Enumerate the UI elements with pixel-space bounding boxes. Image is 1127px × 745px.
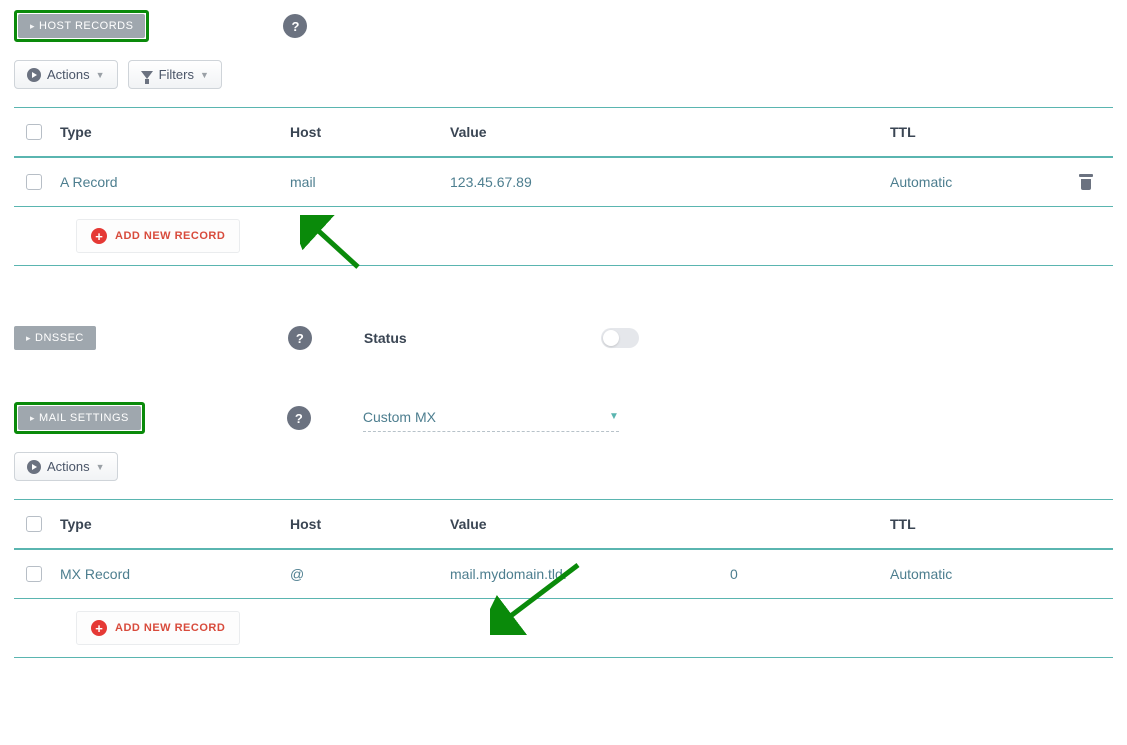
col-ttl-header: TTL xyxy=(890,124,1060,140)
play-icon xyxy=(27,460,41,474)
host-records-tab[interactable]: HOST RECORDS xyxy=(18,14,145,38)
table-header-row: Type Host Value TTL xyxy=(14,499,1113,549)
record-host[interactable]: mail xyxy=(290,174,450,190)
col-value-header: Value xyxy=(450,124,730,140)
col-type-header: Type xyxy=(60,124,290,140)
trash-icon[interactable] xyxy=(1078,174,1094,190)
actions-button[interactable]: Actions ▼ xyxy=(14,452,118,481)
chevron-down-icon: ▼ xyxy=(609,411,619,422)
table-row: A Record mail 123.45.67.89 Automatic xyxy=(14,157,1113,207)
record-host[interactable]: @ xyxy=(290,566,450,582)
add-record-row: + ADD NEW RECORD xyxy=(14,207,1113,266)
mail-records-table: Type Host Value TTL MX Record @ mail.myd… xyxy=(14,499,1113,658)
add-new-record-button[interactable]: + ADD NEW RECORD xyxy=(76,611,240,645)
mail-settings-tab[interactable]: MAIL SETTINGS xyxy=(18,406,141,430)
chevron-down-icon: ▼ xyxy=(96,70,105,80)
col-value-header: Value xyxy=(450,516,730,532)
col-ttl-header: TTL xyxy=(890,516,1060,532)
record-type[interactable]: MX Record xyxy=(60,566,290,582)
mail-settings-toolbar: Actions ▼ xyxy=(14,452,1113,481)
select-all-checkbox[interactable] xyxy=(26,124,42,140)
chevron-down-icon: ▼ xyxy=(96,462,105,472)
play-icon xyxy=(27,68,41,82)
row-checkbox[interactable] xyxy=(26,174,42,190)
record-ttl[interactable]: Automatic xyxy=(890,174,1060,190)
table-row: MX Record @ mail.mydomain.tld. 0 Automat… xyxy=(14,549,1113,599)
add-new-record-button[interactable]: + ADD NEW RECORD xyxy=(76,219,240,253)
record-value[interactable]: mail.mydomain.tld. xyxy=(450,566,730,582)
record-type[interactable]: A Record xyxy=(60,174,290,190)
record-value[interactable]: 123.45.67.89 xyxy=(450,174,730,190)
row-checkbox[interactable] xyxy=(26,566,42,582)
help-icon[interactable]: ? xyxy=(288,326,312,350)
add-new-record-label: ADD NEW RECORD xyxy=(115,622,225,634)
select-all-checkbox[interactable] xyxy=(26,516,42,532)
record-priority[interactable]: 0 xyxy=(730,566,890,582)
filter-icon xyxy=(141,71,153,79)
help-icon[interactable]: ? xyxy=(283,14,307,38)
plus-icon: + xyxy=(91,620,107,636)
add-record-row: + ADD NEW RECORD xyxy=(14,599,1113,658)
actions-button[interactable]: Actions ▼ xyxy=(14,60,118,89)
add-new-record-label: ADD NEW RECORD xyxy=(115,230,225,242)
mail-settings-header-row: MAIL SETTINGS ? Custom MX ▼ xyxy=(14,402,1113,434)
chevron-down-icon: ▼ xyxy=(200,70,209,80)
dnssec-status-label: Status xyxy=(364,330,407,346)
host-records-toolbar: Actions ▼ Filters ▼ xyxy=(14,60,1113,89)
record-ttl[interactable]: Automatic xyxy=(890,566,1060,582)
dnssec-toggle[interactable] xyxy=(601,328,639,348)
actions-label: Actions xyxy=(47,459,90,474)
table-header-row: Type Host Value TTL xyxy=(14,107,1113,157)
mail-settings-highlight: MAIL SETTINGS xyxy=(14,402,145,434)
host-records-table: Type Host Value TTL A Record mail 123.45… xyxy=(14,107,1113,266)
col-type-header: Type xyxy=(60,516,290,532)
col-host-header: Host xyxy=(290,516,450,532)
actions-label: Actions xyxy=(47,67,90,82)
col-host-header: Host xyxy=(290,124,450,140)
mail-settings-selected: Custom MX xyxy=(363,409,436,425)
filters-label: Filters xyxy=(159,67,194,82)
mail-settings-select[interactable]: Custom MX ▼ xyxy=(363,405,619,432)
dnssec-header-row: DNSSEC ? Status xyxy=(14,326,1113,350)
dnssec-tab[interactable]: DNSSEC xyxy=(14,326,96,350)
host-records-highlight: HOST RECORDS xyxy=(14,10,149,42)
host-records-header-row: HOST RECORDS ? xyxy=(14,10,1113,42)
help-icon[interactable]: ? xyxy=(287,406,311,430)
plus-icon: + xyxy=(91,228,107,244)
filters-button[interactable]: Filters ▼ xyxy=(128,60,222,89)
